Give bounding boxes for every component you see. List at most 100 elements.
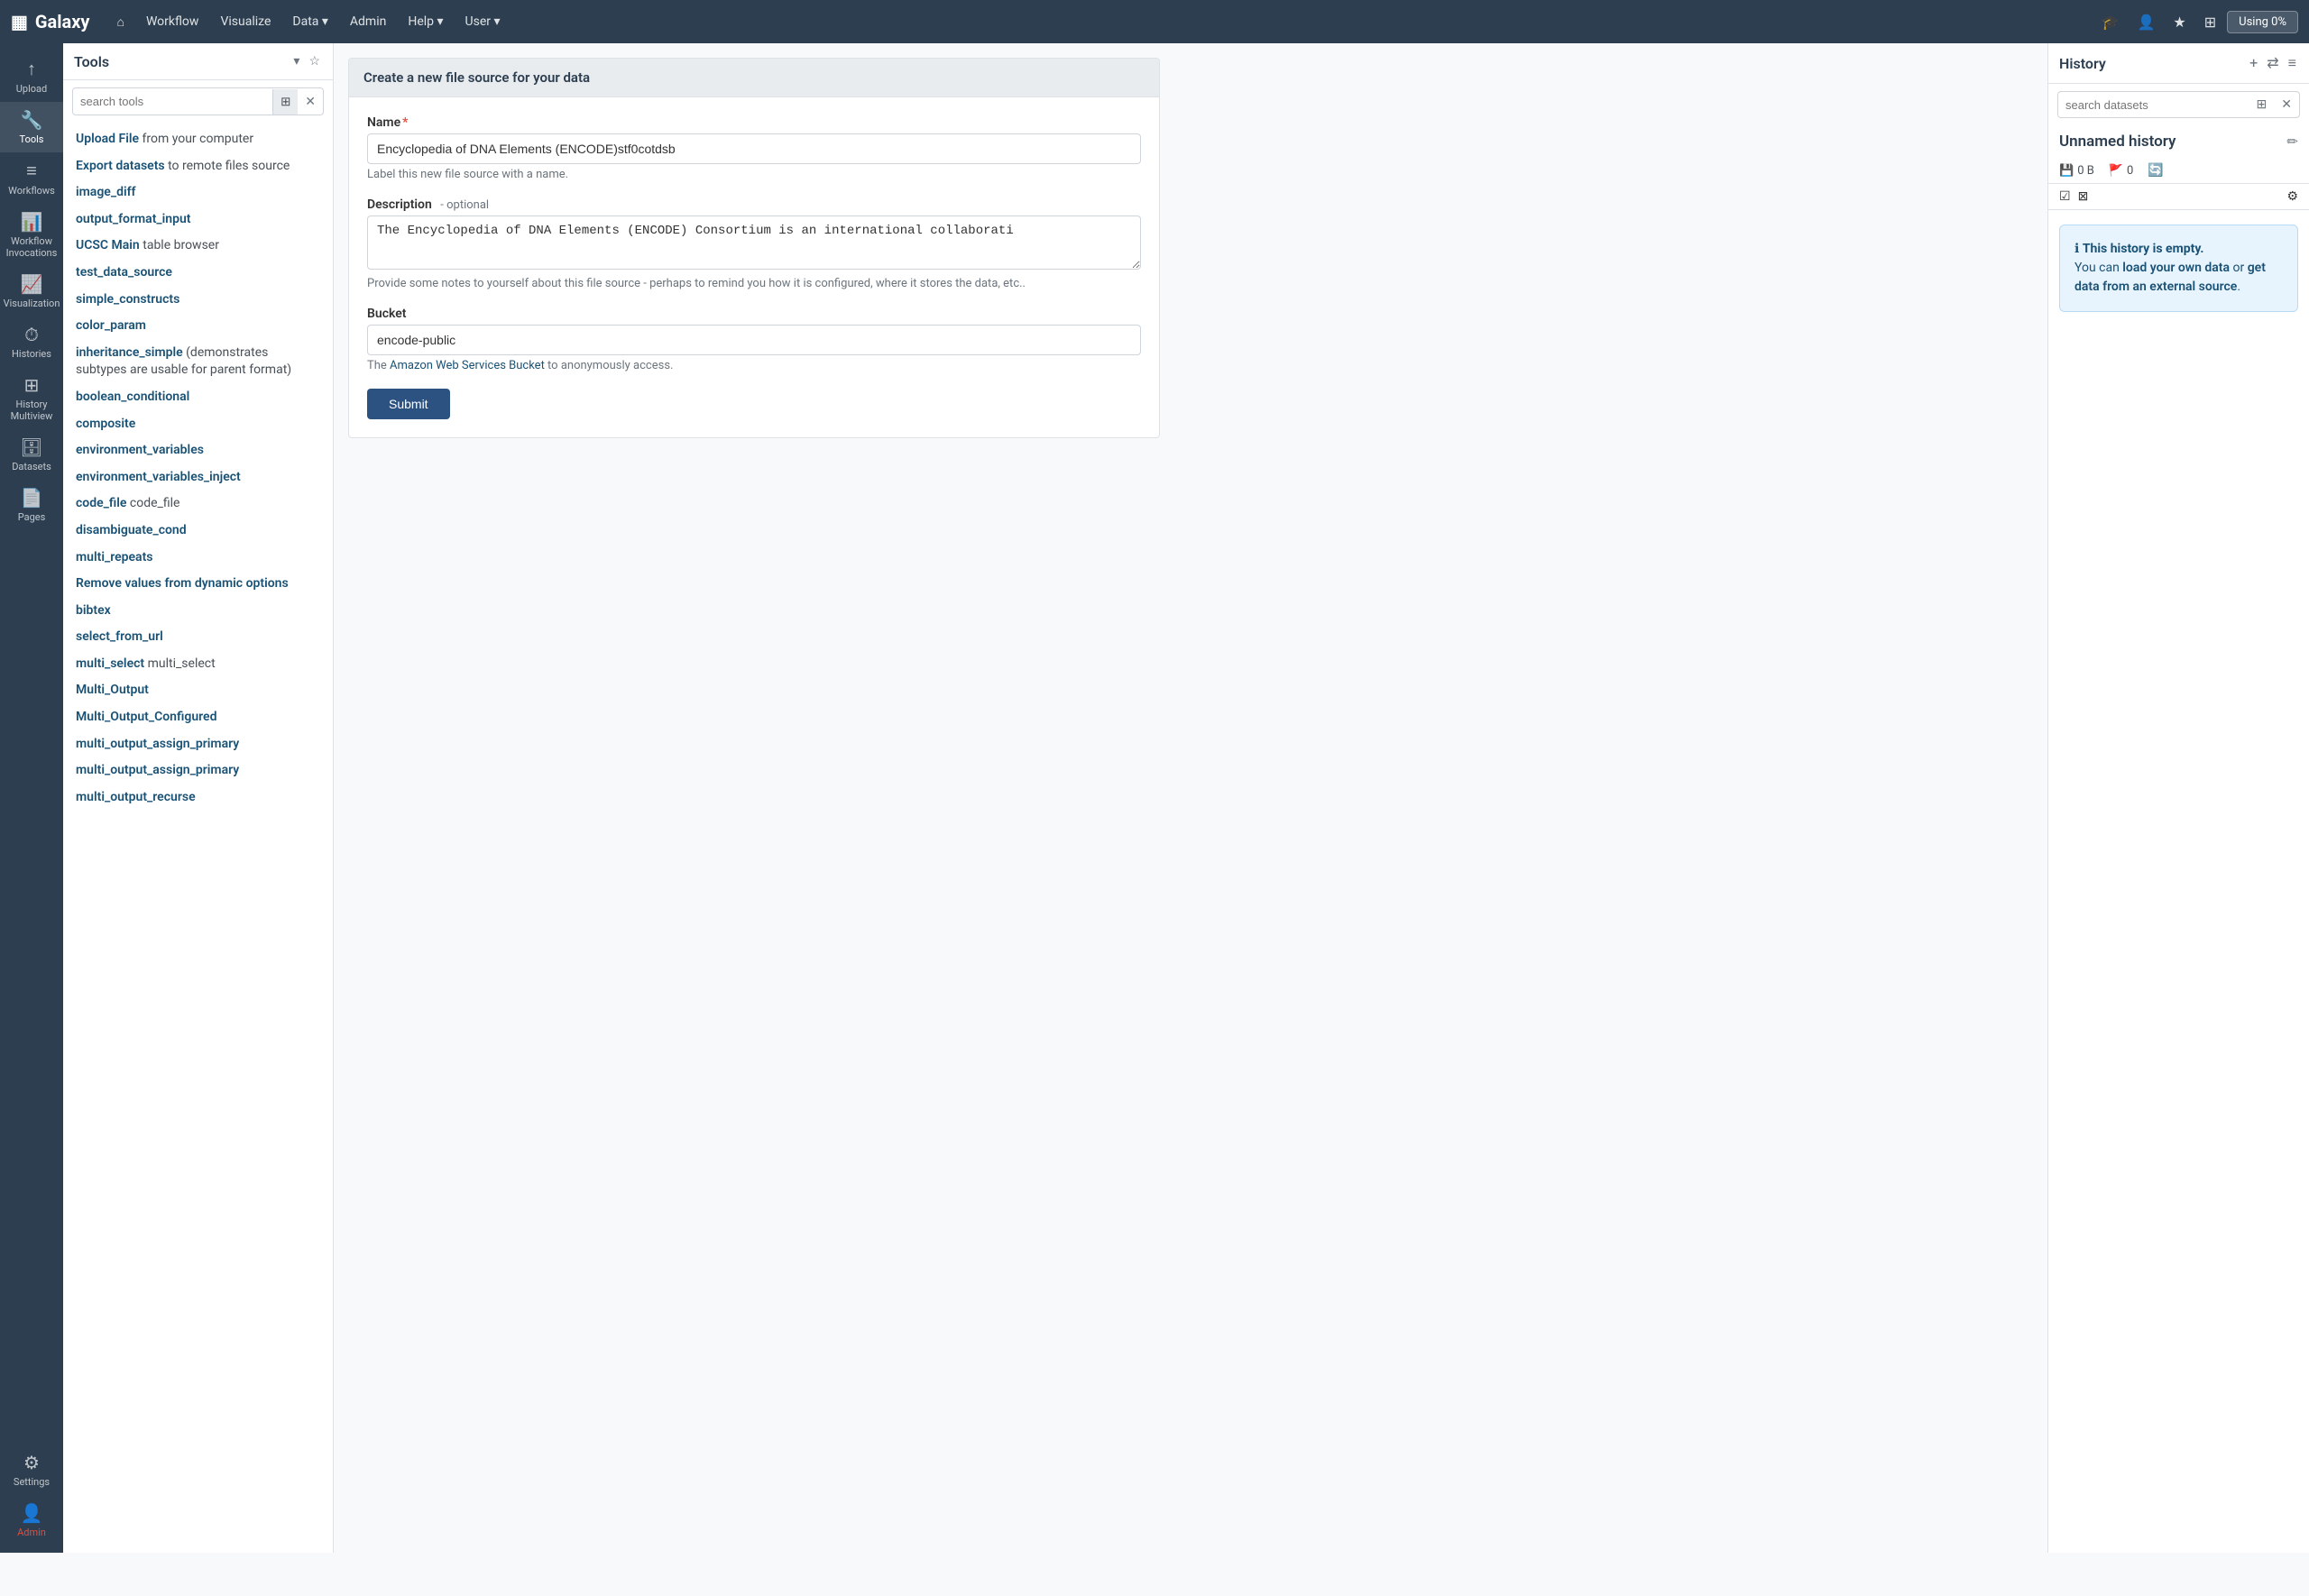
history-checkbox-icon[interactable]: ☑: [2059, 189, 2071, 204]
flag-stat-value: 0: [2127, 164, 2133, 178]
history-add-icon[interactable]: +: [2248, 52, 2259, 74]
tool-item-select-from-url[interactable]: select_from_url: [63, 624, 333, 651]
tools-search-bar: ⊞ ✕: [72, 87, 324, 115]
tool-item-simple-constructs[interactable]: simple_constructs: [63, 287, 333, 314]
sidebar-item-datasets[interactable]: 🗄 Datasets: [0, 429, 63, 480]
history-or-text: or: [2230, 261, 2248, 275]
help-nav-link[interactable]: Help ▾: [399, 9, 452, 34]
tool-item-multi-select[interactable]: multi_select multi_select: [63, 651, 333, 678]
tool-item-disambiguate-cond[interactable]: disambiguate_cond: [63, 518, 333, 545]
tool-item-multi-output-assign-primary-1[interactable]: multi_output_assign_primary: [63, 731, 333, 758]
sidebar-label-settings: Settings: [14, 1476, 50, 1488]
sidebar-label-multiview: HistoryMultiview: [11, 399, 53, 422]
sidebar-bottom: ⚙ Settings 👤 Admin: [0, 1445, 63, 1553]
sidebar-label-histories: Histories: [12, 348, 51, 360]
description-label-text: Description: [367, 197, 432, 212]
admin-icon: 👤: [21, 1502, 43, 1524]
history-search-input[interactable]: [2058, 93, 2249, 117]
tool-desc: table browser: [143, 238, 219, 252]
bucket-hint-link[interactable]: Amazon Web Services Bucket: [390, 359, 545, 372]
flag-stat: 🚩 0: [2109, 164, 2134, 178]
sidebar-item-workflows[interactable]: ≡ Workflows: [0, 152, 63, 204]
tool-item-output-format-input[interactable]: output_format_input: [63, 206, 333, 234]
tool-name: environment_variables_inject: [76, 470, 241, 484]
star-icon[interactable]: ★: [2166, 8, 2193, 36]
tools-panel: Tools ▾ ☆ ⊞ ✕ Upload File from your comp…: [63, 43, 334, 1553]
history-expand-icon[interactable]: ⊠: [2078, 189, 2089, 204]
left-sidebar: ↑ Upload 🔧 Tools ≡ Workflows 📊 WorkflowI…: [0, 43, 63, 1553]
tools-dropdown-icon[interactable]: ▾: [291, 52, 301, 70]
history-search-bar: ⊞ ✕: [2057, 91, 2300, 118]
history-load-own-link[interactable]: load your own data: [2122, 261, 2230, 275]
sidebar-item-upload[interactable]: ↑ Upload: [0, 50, 63, 102]
tool-item-multi-output-assign-primary-2[interactable]: multi_output_assign_primary: [63, 757, 333, 784]
user-nav-link[interactable]: User ▾: [456, 9, 510, 34]
history-search-clear-icon[interactable]: ✕: [2274, 92, 2299, 117]
masquerade-icon[interactable]: 🎓: [2094, 8, 2127, 36]
pages-icon: 📄: [21, 487, 43, 509]
history-toolbar-settings-icon[interactable]: ⚙: [2286, 189, 2298, 204]
sidebar-item-pages[interactable]: 📄 Pages: [0, 480, 63, 530]
tool-item-code-file[interactable]: code_file code_file: [63, 491, 333, 518]
multiview-icon: ⊞: [24, 374, 40, 396]
sidebar-item-settings[interactable]: ⚙ Settings: [0, 1445, 63, 1495]
submit-button[interactable]: Submit: [367, 389, 450, 419]
history-edit-icon[interactable]: ✏: [2286, 133, 2298, 150]
tool-item-upload-file[interactable]: Upload File from your computer: [63, 126, 333, 153]
name-input[interactable]: [367, 133, 1141, 164]
bucket-label: Bucket: [367, 307, 1141, 321]
sidebar-item-visualization[interactable]: 📈 Visualization: [0, 266, 63, 316]
tool-item-multi-output-recurse[interactable]: multi_output_recurse: [63, 784, 333, 812]
bucket-input[interactable]: [367, 325, 1141, 355]
tools-search-clear-btn[interactable]: ✕: [298, 88, 323, 115]
tools-search-input[interactable]: [73, 89, 272, 114]
settings-icon: ⚙: [23, 1452, 40, 1473]
admin-nav-link[interactable]: Admin: [341, 9, 395, 34]
tool-name: color_param: [76, 318, 146, 333]
description-optional-text: - optional: [440, 198, 489, 212]
sidebar-item-workflow-invocations[interactable]: 📊 WorkflowInvocations: [0, 204, 63, 266]
tool-item-multi-output-configured[interactable]: Multi_Output_Configured: [63, 704, 333, 731]
brand-logo[interactable]: ▦ Galaxy: [11, 11, 89, 32]
form-group-description: Description - optional The Encyclopedia …: [367, 197, 1141, 290]
name-required-marker: *: [402, 115, 408, 130]
user-icon[interactable]: 👤: [2130, 8, 2162, 36]
histories-icon: ⏱: [24, 324, 39, 345]
tool-item-composite[interactable]: composite: [63, 411, 333, 438]
sidebar-item-histories[interactable]: ⏱ Histories: [0, 316, 63, 367]
history-switch-icon[interactable]: ⇄: [2265, 52, 2280, 74]
tool-item-multi-repeats[interactable]: multi_repeats: [63, 545, 333, 572]
tool-item-color-param[interactable]: color_param: [63, 313, 333, 340]
tools-search-filter-btn[interactable]: ⊞: [272, 89, 298, 115]
description-textarea[interactable]: The Encyclopedia of DNA Elements (ENCODE…: [367, 216, 1141, 270]
tools-bookmark-icon[interactable]: ☆: [307, 52, 322, 70]
workflow-nav-link[interactable]: Workflow: [137, 9, 208, 34]
history-search-filter-icon[interactable]: ⊞: [2249, 92, 2275, 117]
tool-item-environment-variables[interactable]: environment_variables: [63, 437, 333, 464]
tool-item-environment-variables-inject[interactable]: environment_variables_inject: [63, 464, 333, 491]
tool-item-bibtex[interactable]: bibtex: [63, 598, 333, 625]
form-submit-section: Submit: [367, 389, 1141, 419]
tool-item-export-datasets[interactable]: Export datasets to remote files source: [63, 153, 333, 180]
tool-item-multi-output[interactable]: Multi_Output: [63, 677, 333, 704]
sidebar-label-datasets: Datasets: [12, 461, 51, 472]
sidebar-item-admin[interactable]: 👤 Admin: [0, 1495, 63, 1546]
sync-stat-icon[interactable]: 🔄: [2148, 163, 2163, 178]
history-panel-header: History + ⇄ ≡: [2048, 43, 2309, 84]
tool-item-test-data-source[interactable]: test_data_source: [63, 260, 333, 287]
data-nav-link[interactable]: Data ▾: [283, 9, 337, 34]
sidebar-item-history-multiview[interactable]: ⊞ HistoryMultiview: [0, 367, 63, 429]
name-hint: Label this new file source with a name.: [367, 168, 1141, 181]
tool-item-boolean-conditional[interactable]: boolean_conditional: [63, 384, 333, 411]
tool-desc: multi_select: [148, 656, 216, 671]
tool-item-image-diff[interactable]: image_diff: [63, 179, 333, 206]
home-nav-link[interactable]: ⌂: [107, 9, 133, 35]
tool-item-ucsc-main[interactable]: UCSC Main table browser: [63, 233, 333, 260]
history-menu-icon[interactable]: ≡: [2286, 52, 2298, 74]
tools-icon: 🔧: [21, 109, 43, 131]
tool-item-inheritance-simple[interactable]: inheritance_simple (demonstrates subtype…: [63, 340, 333, 384]
apps-icon[interactable]: ⊞: [2197, 8, 2223, 36]
sidebar-item-tools[interactable]: 🔧 Tools: [0, 102, 63, 152]
tool-item-remove-values[interactable]: Remove values from dynamic options: [63, 571, 333, 598]
visualize-nav-link[interactable]: Visualize: [211, 9, 280, 34]
